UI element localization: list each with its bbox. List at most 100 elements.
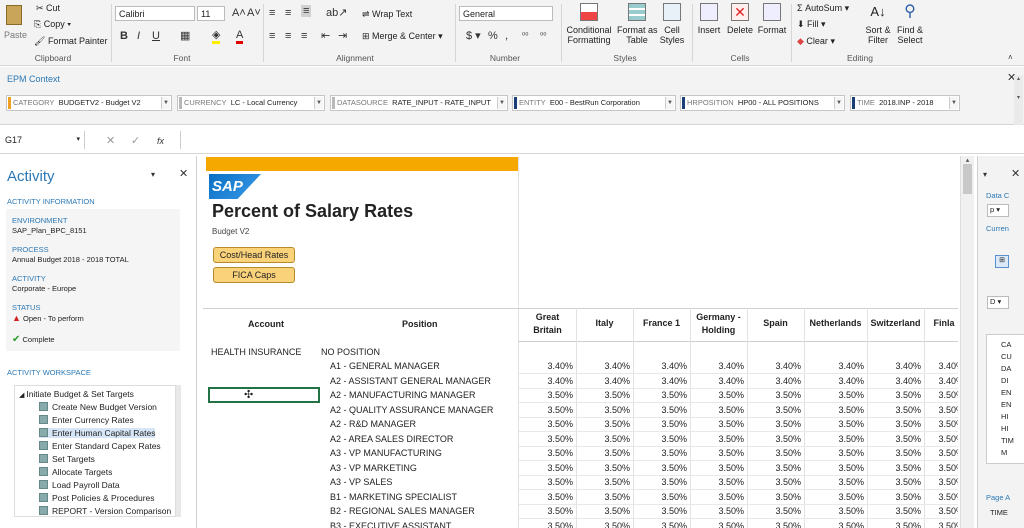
rate-cell[interactable]: 3.50% (576, 506, 630, 516)
rate-cell[interactable]: 3.50% (576, 405, 630, 415)
rate-cell[interactable]: 3.40% (690, 361, 744, 371)
pane-button[interactable]: ⊞ (995, 255, 1009, 268)
rate-cell[interactable]: 3.40% (804, 361, 864, 371)
rate-cell[interactable]: 3.40% (633, 361, 687, 371)
rate-cell[interactable]: 3.50% (747, 434, 801, 444)
selected-cell[interactable]: ✣ (208, 387, 320, 403)
rate-cell[interactable]: 3.50% (924, 506, 958, 516)
cost-head-rates-button[interactable]: Cost/Head Rates (213, 247, 295, 263)
sort-filter-button[interactable]: A↓ Sort & Filter (862, 3, 894, 53)
workspace-item[interactable]: Set Targets (39, 454, 95, 464)
scroll-up-icon[interactable]: ▴ (961, 156, 974, 164)
rate-cell[interactable]: 3.50% (690, 506, 744, 516)
clear-button[interactable]: ◆ Clear ▾ (797, 36, 835, 47)
rate-cell[interactable]: 3.50% (747, 390, 801, 400)
workspace-item[interactable]: Enter Human Capital Rates (39, 428, 156, 438)
rate-cell[interactable]: 3.50% (867, 405, 921, 415)
workspace-item[interactable]: Create New Budget Version (39, 402, 157, 412)
grow-font-icon[interactable]: A˄ (232, 7, 246, 19)
pane-select-p[interactable]: p ▾ (987, 204, 1009, 217)
rate-cell[interactable]: 3.50% (633, 492, 687, 502)
chevron-down-icon[interactable]: ▼ (314, 97, 323, 109)
rate-cell[interactable]: 3.50% (747, 405, 801, 415)
rate-cell[interactable]: 3.50% (633, 434, 687, 444)
currency-icon[interactable]: $ ▾ (466, 30, 481, 42)
wrap-text-button[interactable]: ⇌ Wrap Text (362, 9, 412, 20)
workspace-item[interactable]: Allocate Targets (39, 467, 112, 477)
collapse-ribbon-icon[interactable]: ˄ (1008, 52, 1013, 64)
spreadsheet-grid[interactable]: SAP Percent of Salary Rates Budget V2 Co… (203, 156, 958, 528)
rate-cell[interactable]: 3.50% (804, 492, 864, 502)
rate-cell[interactable]: 3.50% (633, 405, 687, 415)
merge-center-button[interactable]: ⊞ Merge & Center ▾ (362, 31, 443, 42)
rate-cell[interactable]: 3.50% (804, 506, 864, 516)
context-scroll[interactable]: ▴ ▾ (1014, 75, 1023, 125)
rate-cell[interactable]: 3.50% (519, 506, 573, 516)
dimension-item[interactable]: M (1001, 448, 1007, 457)
align-middle-icon[interactable]: ≡ (285, 7, 291, 19)
chevron-down-icon[interactable]: ▼ (161, 97, 170, 109)
font-name-select[interactable]: Calibri (115, 6, 195, 21)
context-currency-select[interactable]: CURRENCY LC - Local Currency ▼ (177, 95, 325, 111)
rate-cell[interactable]: 3.40% (576, 376, 630, 386)
delete-button[interactable]: ✕ Delete (725, 3, 755, 53)
workspace-item[interactable]: Load Payroll Data (39, 480, 120, 490)
rate-cell[interactable]: 3.50% (867, 521, 921, 528)
rate-cell[interactable]: 3.50% (804, 434, 864, 444)
dimension-item[interactable]: HI (1001, 412, 1009, 421)
context-hrposition-select[interactable]: HRPOSITION HP00 - ALL POSITIONS ▼ (680, 95, 845, 111)
tree-root[interactable]: ◢ Initiate Budget & Set Targets (19, 389, 134, 399)
dimension-item[interactable]: TIM (1001, 436, 1014, 445)
chevron-down-icon[interactable]: ▾ (983, 169, 987, 181)
number-format-select[interactable]: General (459, 6, 553, 21)
rate-cell[interactable]: 3.50% (924, 463, 958, 473)
name-box[interactable]: G17 ▾ (1, 131, 85, 149)
font-color-icon[interactable]: A (236, 29, 244, 44)
workspace-item[interactable]: Enter Currency Rates (39, 415, 134, 425)
rate-cell[interactable]: 3.50% (804, 405, 864, 415)
italic-button[interactable]: I (137, 30, 140, 42)
rate-cell[interactable]: 3.50% (519, 463, 573, 473)
rate-cell[interactable]: 3.50% (690, 492, 744, 502)
rate-cell[interactable]: 3.50% (690, 419, 744, 429)
rate-cell[interactable]: 3.50% (867, 506, 921, 516)
rate-cell[interactable]: 3.50% (633, 419, 687, 429)
decrease-decimal-icon[interactable]: ⁰⁰ (540, 30, 546, 42)
workspace-scrollbar[interactable] (176, 385, 181, 517)
rate-cell[interactable]: 3.50% (804, 477, 864, 487)
context-entity-select[interactable]: ENTITY E00 - BestRun Corporation ▼ (512, 95, 676, 111)
rate-cell[interactable]: 3.50% (747, 477, 801, 487)
rate-cell[interactable]: 3.40% (519, 361, 573, 371)
rate-cell[interactable]: 3.50% (924, 492, 958, 502)
orientation-icon[interactable]: ab↗ (326, 7, 347, 19)
rate-cell[interactable]: 3.50% (690, 390, 744, 400)
rate-cell[interactable]: 3.50% (747, 521, 801, 528)
rate-cell[interactable]: 3.50% (519, 434, 573, 444)
rate-cell[interactable]: 3.50% (804, 463, 864, 473)
formula-input[interactable] (180, 131, 1020, 149)
rate-cell[interactable]: 3.50% (519, 390, 573, 400)
percent-icon[interactable]: % (488, 30, 498, 42)
context-time-select[interactable]: TIME 2018.INP - 2018 ▼ (850, 95, 960, 111)
find-select-button[interactable]: ⚲ Find & Select (894, 3, 926, 53)
context-datasource-select[interactable]: DATASOURCE RATE_INPUT - RATE_INPUT ▼ (330, 95, 508, 111)
rate-cell[interactable]: 3.50% (633, 506, 687, 516)
rate-cell[interactable]: 3.50% (804, 419, 864, 429)
align-right-icon[interactable]: ≡ (301, 30, 307, 42)
borders-icon[interactable]: ▦ (180, 30, 190, 42)
dimension-item[interactable]: CU (1001, 352, 1012, 361)
dimension-item[interactable]: DA (1001, 364, 1011, 373)
rate-cell[interactable]: 3.50% (519, 492, 573, 502)
format-cells-button[interactable]: Format (756, 3, 788, 53)
rate-cell[interactable]: 3.50% (519, 419, 573, 429)
rate-cell[interactable]: 3.50% (576, 434, 630, 444)
align-left-icon[interactable]: ≡ (269, 30, 275, 42)
rate-cell[interactable]: 3.50% (867, 477, 921, 487)
rate-cell[interactable]: 3.50% (924, 390, 958, 400)
rate-cell[interactable]: 3.50% (576, 492, 630, 502)
copy-button[interactable]: ⎘ Copy ▾ (34, 19, 71, 30)
rate-cell[interactable]: 3.40% (867, 376, 921, 386)
format-as-table-button[interactable]: Format as Table (617, 3, 658, 53)
rate-cell[interactable]: 3.50% (924, 405, 958, 415)
cancel-icon[interactable]: ✕ (106, 135, 115, 147)
